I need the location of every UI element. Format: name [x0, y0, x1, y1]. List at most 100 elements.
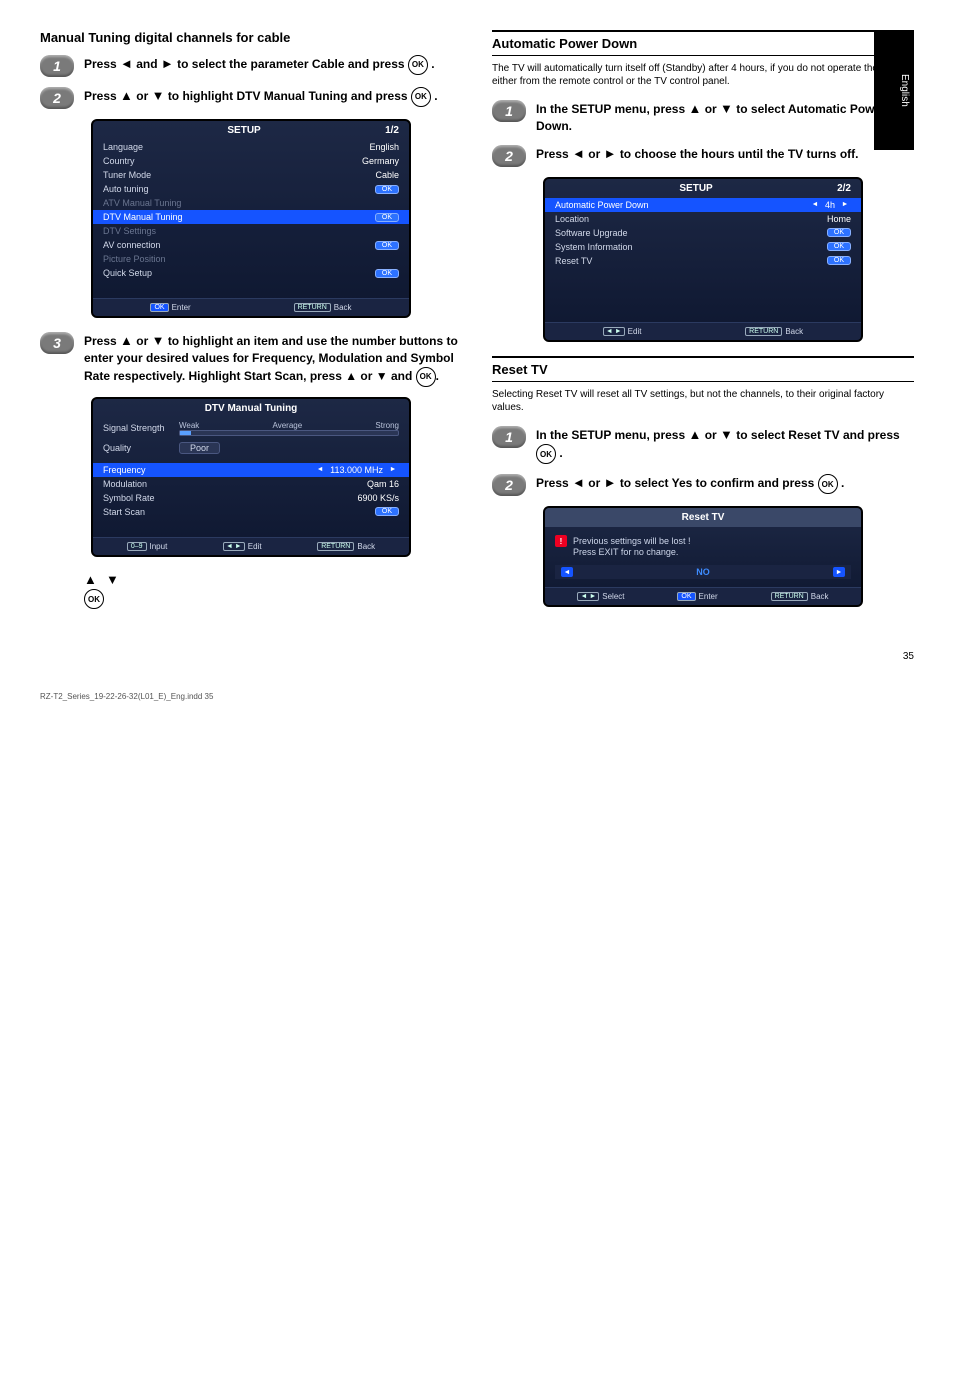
osd2-title: DTV Manual Tuning: [103, 403, 399, 414]
osd1-label: Quick Setup: [103, 268, 152, 278]
up-arrow-icon: ▲: [688, 101, 701, 116]
step-1: 1 Press ◄ and ► to select the parameter …: [40, 55, 462, 77]
left-arrow-icon[interactable]: ◄: [314, 465, 326, 475]
osd3-row-location[interactable]: LocationHome: [545, 212, 861, 226]
osd1-label: Country: [103, 156, 135, 166]
side-tab: English: [874, 30, 914, 150]
reset-step-2: 2 Press ◄ or ► to select Yes to confirm …: [492, 474, 914, 496]
reset-osd-title: Reset TV: [545, 508, 861, 527]
step-badge-3: 3: [40, 332, 74, 354]
footer-text: Back: [785, 327, 803, 336]
reset-no-bar[interactable]: ◄ NO ►: [555, 565, 851, 579]
nav-key-icon: ◄ ►: [223, 542, 245, 551]
step1-text-b: and: [136, 57, 161, 71]
nav-key-icon: ◄ ►: [603, 327, 625, 336]
osd1-footer-back: RETURNBack: [294, 303, 352, 312]
ok-icon: OK: [411, 87, 431, 107]
osd1-row-quicksetup[interactable]: Quick Setup OK: [93, 266, 409, 280]
apd-step-1: 1 In the SETUP menu, press ▲ or ▼ to sel…: [492, 100, 914, 135]
right-arrow-icon[interactable]: ►: [387, 465, 399, 475]
apd-step2-or: or: [588, 147, 603, 161]
osd2-row-modulation[interactable]: ModulationQam 16: [93, 477, 409, 491]
step1-text-c: to select the parameter Cable and press: [177, 57, 408, 71]
step-badge-2: 2: [40, 87, 74, 109]
apd-step2-b: to choose the hours until the TV turns o…: [620, 147, 859, 161]
footer-text: Back: [334, 303, 352, 312]
footer-text: Back: [811, 592, 829, 601]
osd1-label: DTV Manual Tuning: [103, 212, 183, 222]
osd3-label: Software Upgrade: [555, 228, 628, 238]
osd3-row-resettv[interactable]: Reset TVOK: [545, 254, 861, 268]
left-arrow-icon[interactable]: ◄: [809, 200, 821, 210]
reset-step2-dot: .: [841, 476, 844, 490]
right-arrow-icon[interactable]: ►: [839, 200, 851, 210]
reset-no-text: NO: [573, 567, 833, 577]
apd-step2-a: Press: [536, 147, 572, 161]
osd1-label: Tuner Mode: [103, 170, 151, 180]
return-key-icon: RETURN: [317, 542, 354, 551]
osd3-row-swupgrade[interactable]: Software UpgradeOK: [545, 226, 861, 240]
osd2-signal-row: Signal Strength Weak Average Strong: [93, 418, 409, 439]
reset-step2-b: to select Yes to confirm and press: [620, 476, 818, 490]
up-arrow-icon: ▲: [84, 572, 97, 587]
osd2-row-frequency[interactable]: Frequency ◄ 113.000 MHz ►: [93, 463, 409, 477]
osd1-row-dtvsettings: DTV Settings: [93, 224, 409, 238]
step-badge: 2: [492, 145, 526, 167]
osd3-label: System Information: [555, 242, 633, 252]
osd1-footer-enter: OKEnter: [150, 303, 190, 312]
osd2-val: 113.000 MHz: [330, 465, 383, 475]
osd1-label: ATV Manual Tuning: [103, 198, 181, 208]
step1-text-a: Press: [84, 57, 120, 71]
osd3-val: 4h: [825, 200, 835, 210]
osd2-label: Frequency: [103, 465, 146, 475]
osd1-val-pill: OK: [375, 269, 399, 278]
osd3-row-apd[interactable]: Automatic Power Down ◄4h►: [545, 198, 861, 212]
apd-step1-a: In the SETUP menu, press: [536, 102, 688, 116]
apd-title: Automatic Power Down: [492, 30, 914, 56]
qual-label: Quality: [103, 443, 173, 453]
osd1-row-dtvmanual[interactable]: DTV Manual TuningOK: [93, 210, 409, 224]
osd3-page: 2/2: [837, 183, 851, 194]
osd2-row-symbolrate[interactable]: Symbol Rate6900 KS/s: [93, 491, 409, 505]
reset-title: Reset TV: [492, 356, 914, 382]
apd-step-2: 2 Press ◄ or ► to choose the hours until…: [492, 145, 914, 167]
sig-weak: Weak: [179, 421, 199, 430]
left-arrow-icon[interactable]: ◄: [561, 567, 573, 577]
osd2-quality-row: Quality Poor: [93, 439, 409, 457]
osd2-footer-edit: ◄ ►Edit: [223, 542, 262, 551]
ok-icon: OK: [536, 444, 556, 464]
osd3-val-pill: OK: [827, 256, 851, 265]
signal-bar: [179, 430, 399, 436]
osd1-row-tunermode[interactable]: Tuner ModeCable: [93, 168, 409, 182]
footer-text: Back: [357, 542, 375, 551]
down-arrow-icon: ▼: [720, 101, 733, 116]
osd3-val: Home: [827, 214, 851, 224]
osd1-row-country[interactable]: CountryGermany: [93, 154, 409, 168]
right-arrow-icon[interactable]: ►: [833, 567, 845, 577]
osd2-label: Start Scan: [103, 507, 145, 517]
footer-text: Edit: [628, 327, 642, 336]
osd1-row-language[interactable]: LanguageEnglish: [93, 140, 409, 154]
sig-avg: Average: [273, 421, 303, 430]
osd1-row-atvmanual: ATV Manual Tuning: [93, 196, 409, 210]
osd1-title: SETUP: [103, 125, 385, 136]
osd2-row-startscan[interactable]: Start Scan OK: [93, 505, 409, 519]
osd3-row-sysinfo[interactable]: System InformationOK: [545, 240, 861, 254]
step-badge: 1: [492, 100, 526, 122]
osd1-label: Picture Position: [103, 254, 166, 264]
reset-step1-a: In the SETUP menu, press: [536, 428, 688, 442]
osd1-page: 1/2: [385, 125, 399, 136]
osd2-footer-back: RETURNBack: [317, 542, 375, 551]
osd1-row-avconn[interactable]: AV connectionOK: [93, 238, 409, 252]
return-key-icon: RETURN: [294, 303, 331, 312]
osd2-val-pill: OK: [375, 507, 399, 516]
osd3-title: SETUP: [555, 183, 837, 194]
osd2-label: Symbol Rate: [103, 493, 155, 503]
reset-warn-text: Previous settings will be lost !: [573, 536, 691, 546]
left-arrow-icon: ◄: [120, 56, 133, 71]
ok-key-icon: OK: [150, 303, 168, 312]
osd1-label: Auto tuning: [103, 184, 149, 194]
reset-step2-or: or: [588, 476, 603, 490]
osd1-row-autotuning[interactable]: Auto tuningOK: [93, 182, 409, 196]
reset-warn-text: Press EXIT for no change.: [573, 547, 678, 557]
